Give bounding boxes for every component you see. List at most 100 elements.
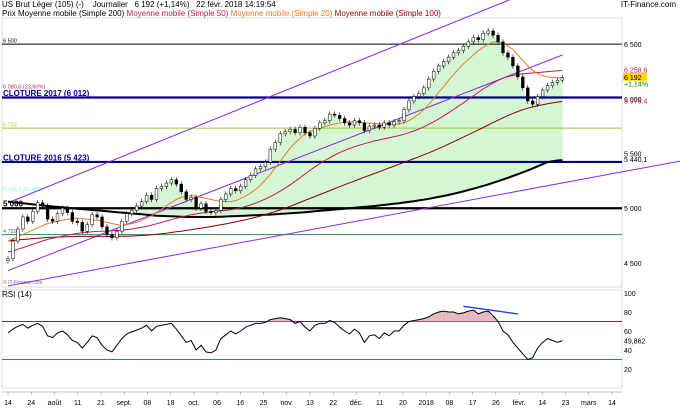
x-tick-label-14: 22 [329,400,337,407]
candle-body [50,218,55,222]
candle-body [70,212,74,222]
chart-svg: 6 5006 080,6 (23,60%)CLOTURE 2017 (6 012… [1,0,680,407]
candle-body [555,79,560,83]
rsi-overbought-fill [480,312,486,322]
x-tick-label-1: 24 [27,400,35,407]
candle-body [209,211,213,213]
candle-body [437,65,441,72]
candle-body [545,85,550,91]
candle-body [560,77,565,81]
candle-body [417,93,421,97]
candle-body [273,142,277,150]
x-tick-label-21: 26 [492,400,500,407]
candle-body [105,226,109,235]
candle-body [496,35,500,43]
candle-body [268,148,273,163]
rsi-overbought-fill [441,311,447,322]
candle-body [41,202,45,207]
candle-body [323,120,327,124]
x-tick-label-12: nov. [280,400,293,407]
x-tick-label-6: 08 [143,400,151,407]
candle-body [338,114,342,119]
candle-body [313,128,317,137]
candle-body [263,162,268,167]
level-label-3: 5 732 [3,123,17,129]
x-tick-label-15: déc. [350,400,363,407]
candle-body [536,96,540,105]
candle-body [214,210,218,213]
candle-body [456,50,461,54]
candle-body [31,211,35,222]
candle-body [501,41,505,54]
candle-body [16,228,20,242]
x-tick-label-9: 06 [213,400,221,407]
rsi-overbought-fill [446,312,452,322]
candle-body [531,100,535,105]
x-tick-label-3: 11 [74,400,81,407]
candle-body [333,113,337,116]
x-tick-label-26: 14 [608,400,616,407]
candle-body [26,216,30,222]
candle-body [85,224,89,232]
candle-body [204,203,208,212]
x-tick-label-25: mars [581,400,597,407]
candle-body [303,126,307,133]
candle-body [60,207,65,214]
candle-body [199,203,203,209]
candle-body [75,221,79,223]
right-label-3: 5 976,4 [624,98,647,105]
x-tick-label-20: 17 [469,400,477,407]
candle-body [159,186,164,189]
candle-body [55,213,60,222]
candle-body [194,197,198,209]
candle-body [481,32,485,40]
x-tick-label-5: sept. [117,400,132,407]
candle-body [471,37,475,43]
candle-body [407,100,411,110]
candle-body [179,183,183,193]
rsi-tick-20: 20 [624,367,632,374]
candle-body [120,221,124,232]
candle-body [36,202,40,212]
y-tick-6500: 6 500 [624,42,642,49]
candle-body [125,213,129,222]
candle-body [372,124,376,127]
candle-body [293,129,297,133]
x-tick-label-7: 18 [167,400,175,407]
candle-body [328,113,332,121]
candle-body [174,179,178,185]
x-tick-label-16: 11 [376,400,383,407]
candle-body [526,87,530,102]
y-tick-5000: 5 000 [624,206,642,213]
candle-body [516,65,520,78]
candle-body [461,46,466,51]
x-tick-label-10: 16 [236,400,244,407]
level-label-0: 6 500 [3,39,17,45]
candle-body [278,133,282,143]
rsi-overbought-fill [465,311,471,322]
candle-body [45,205,50,220]
rsi-tick-80: 80 [624,310,632,317]
candle-body [115,230,119,239]
candle-body [144,194,149,202]
candle-body [521,76,525,89]
x-tick-label-19: 08 [445,400,453,407]
rsi-overbought-fill [475,313,481,322]
x-tick-label-17: 20 [399,400,407,407]
candle-body [432,71,436,80]
rsi-tick-100: 100 [624,291,636,298]
candle-body [248,175,253,181]
candle-body [11,240,15,259]
y-tick-4500: 4 500 [624,261,642,268]
candle-body [6,258,10,261]
candle-body [397,120,401,123]
candle-body [466,41,471,47]
x-tick-label-22: févr. [512,400,525,407]
candle-body [90,214,94,225]
candle-body [258,166,263,170]
rsi-overbought-fill [460,312,466,322]
candle-body [342,118,347,124]
candle-body [540,89,545,97]
candle-body [169,179,173,184]
candle-body [135,205,139,211]
